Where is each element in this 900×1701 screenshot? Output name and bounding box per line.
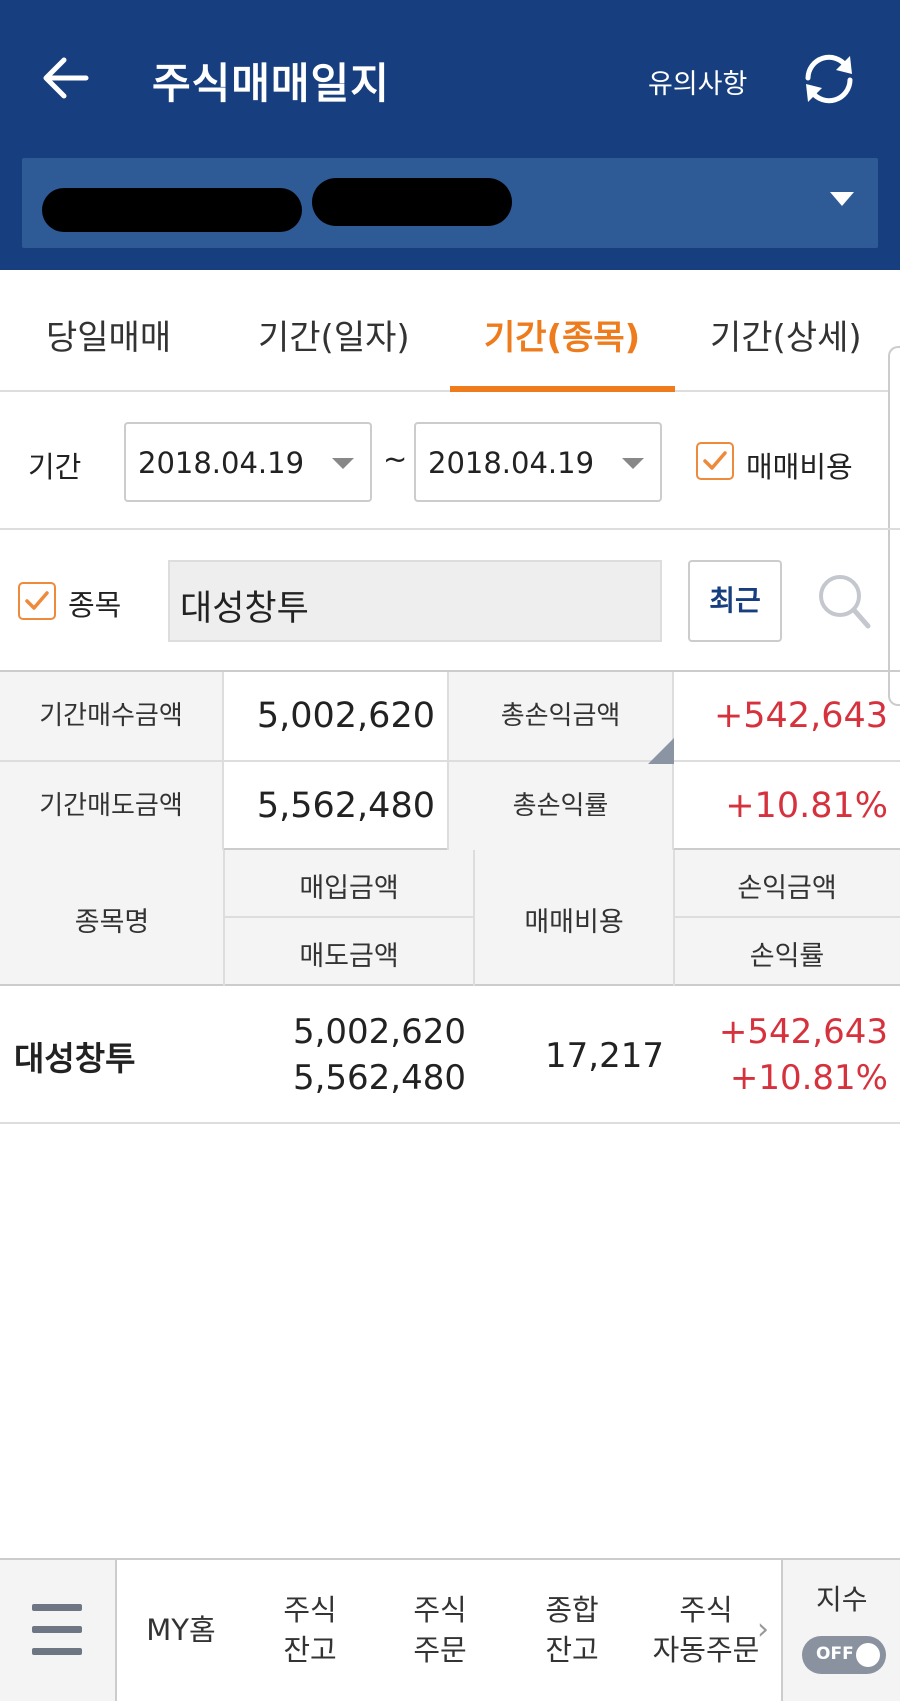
item-checkbox-label[interactable]: 종목 — [68, 582, 121, 624]
toggle-knob — [856, 1643, 880, 1667]
tab-period-detail[interactable]: 기간(상세) — [710, 310, 862, 359]
summary-grid: 기간매수금액 5,002,620 총손익금액 +542,643 기간매도금액 5… — [0, 670, 900, 852]
total-rate-label: 총손익률 — [449, 762, 674, 852]
checkmark-icon — [703, 451, 727, 470]
header-pl-rate: 손익률 — [749, 941, 825, 972]
table-row[interactable]: 대성창투 5,002,620 5,562,480 17,217 +542,643… — [0, 986, 900, 1124]
app-header: 주식매매일지 유의사항 — [0, 0, 900, 270]
period-buy-value: 5,002,620 — [224, 672, 449, 762]
period-filter-row: 기간 2018.04.19 ~ 2018.04.19 매매비용 — [0, 392, 900, 530]
header-cost: 매매비용 — [524, 907, 624, 938]
menu-button[interactable] — [0, 1560, 117, 1701]
tab-period-item[interactable]: 기간(종목) — [484, 310, 640, 359]
chevron-down-icon — [622, 458, 644, 469]
total-rate-value: +10.81% — [725, 786, 888, 826]
column-divider — [673, 850, 675, 986]
search-button[interactable] — [816, 572, 872, 632]
search-icon — [819, 575, 871, 629]
tab-bar: 당일매매 기간(일자) 기간(종목) 기간(상세) — [0, 270, 900, 392]
nav-label: 주식 — [413, 1593, 467, 1627]
nav-stock-order[interactable]: 주식 주문 — [375, 1560, 505, 1701]
nav-stock-balance[interactable]: 주식 잔고 — [245, 1560, 375, 1701]
row-pl-amount: +542,643 — [718, 1012, 888, 1052]
cost-checkbox[interactable] — [696, 442, 734, 480]
checkmark-icon — [25, 591, 49, 610]
chevron-down-icon — [332, 458, 354, 469]
column-divider — [223, 850, 225, 986]
row-divider — [674, 916, 900, 918]
nav-auto-order[interactable]: 주식 자동주문 — [639, 1560, 773, 1701]
period-buy-label: 기간매수금액 — [0, 672, 224, 762]
recent-button[interactable]: 최근 — [688, 560, 782, 642]
nav-label: 주식 — [679, 1593, 733, 1627]
row-pl-rate: +10.81% — [729, 1058, 888, 1098]
redacted-account-number — [42, 188, 302, 232]
expand-corner-icon[interactable] — [648, 738, 674, 764]
start-date-value: 2018.04.19 — [138, 446, 305, 480]
row-buy-amount: 5,002,620 — [292, 1012, 466, 1052]
toggle-state: OFF — [816, 1644, 854, 1664]
bottom-nav: MY홈 주식 잔고 주식 주문 종합 잔고 주식 자동주문 › 지수 OFF — [0, 1558, 900, 1701]
item-search-input[interactable]: 대성창투 — [168, 560, 662, 642]
nav-total-balance[interactable]: 종합 잔고 — [505, 1560, 639, 1701]
period-sell-label: 기간매도금액 — [0, 762, 224, 852]
date-separator: ~ — [383, 442, 408, 476]
row-item-name: 대성창투 — [14, 1039, 136, 1078]
index-label: 지수 — [816, 1583, 868, 1616]
chevron-right-icon[interactable]: › — [757, 1612, 769, 1647]
header-sell-amount: 매도금액 — [299, 941, 399, 972]
trading-journal-screen: 주식매매일지 유의사항 당일매매 기간(일자) 기간(종목) 기간(상세) 기간… — [0, 0, 900, 1701]
row-cost: 17,217 — [545, 1036, 664, 1076]
total-pl-value: +542,643 — [674, 672, 900, 762]
account-selector[interactable] — [22, 158, 878, 248]
end-date-value: 2018.04.19 — [428, 446, 595, 480]
nav-label: 주식 — [283, 1593, 337, 1627]
total-pl-label: 총손익금액 — [449, 672, 674, 762]
refresh-icon — [805, 54, 853, 104]
nav-label: 잔고 — [283, 1633, 337, 1667]
item-search-value: 대성창투 — [180, 589, 309, 629]
row-divider — [224, 916, 474, 918]
nav-label: 종합 — [545, 1593, 599, 1627]
quick-menu: MY홈 주식 잔고 주식 주문 종합 잔고 주식 자동주문 — [117, 1560, 783, 1701]
nav-label: 잔고 — [545, 1633, 599, 1667]
item-filter-row: 종목 대성창투 최근 — [0, 530, 900, 670]
row-sell-amount: 5,562,480 — [292, 1058, 466, 1098]
item-checkbox[interactable] — [18, 582, 56, 620]
nav-my-home[interactable]: MY홈 — [117, 1560, 245, 1701]
nav-label: 자동주문 — [652, 1633, 760, 1667]
refresh-button[interactable] — [798, 48, 860, 110]
nav-label: MY홈 — [146, 1613, 216, 1647]
tab-period-date[interactable]: 기간(일자) — [258, 310, 410, 359]
header-item-name: 종목명 — [74, 907, 150, 938]
cost-checkbox-label[interactable]: 매매비용 — [746, 444, 853, 486]
chevron-down-icon — [830, 192, 854, 206]
table-header: 종목명 매입금액 매도금액 매매비용 손익금액 손익률 — [0, 850, 900, 986]
redacted-account-name — [312, 178, 512, 226]
header-pl-amount: 손익금액 — [737, 873, 837, 904]
notice-link[interactable]: 유의사항 — [648, 62, 747, 101]
period-label: 기간 — [28, 450, 82, 484]
page-title: 주식매매일지 — [152, 59, 390, 108]
end-date-select[interactable]: 2018.04.19 — [414, 422, 662, 502]
index-toggle[interactable]: OFF — [802, 1636, 886, 1674]
tab-today[interactable]: 당일매매 — [46, 310, 171, 359]
nav-label: 주문 — [413, 1633, 467, 1667]
column-divider — [473, 850, 475, 986]
header-buy-amount: 매입금액 — [299, 873, 399, 904]
period-sell-value: 5,562,480 — [224, 762, 449, 852]
arrow-left-icon — [43, 57, 89, 99]
back-button[interactable] — [38, 48, 98, 108]
start-date-select[interactable]: 2018.04.19 — [124, 422, 372, 502]
